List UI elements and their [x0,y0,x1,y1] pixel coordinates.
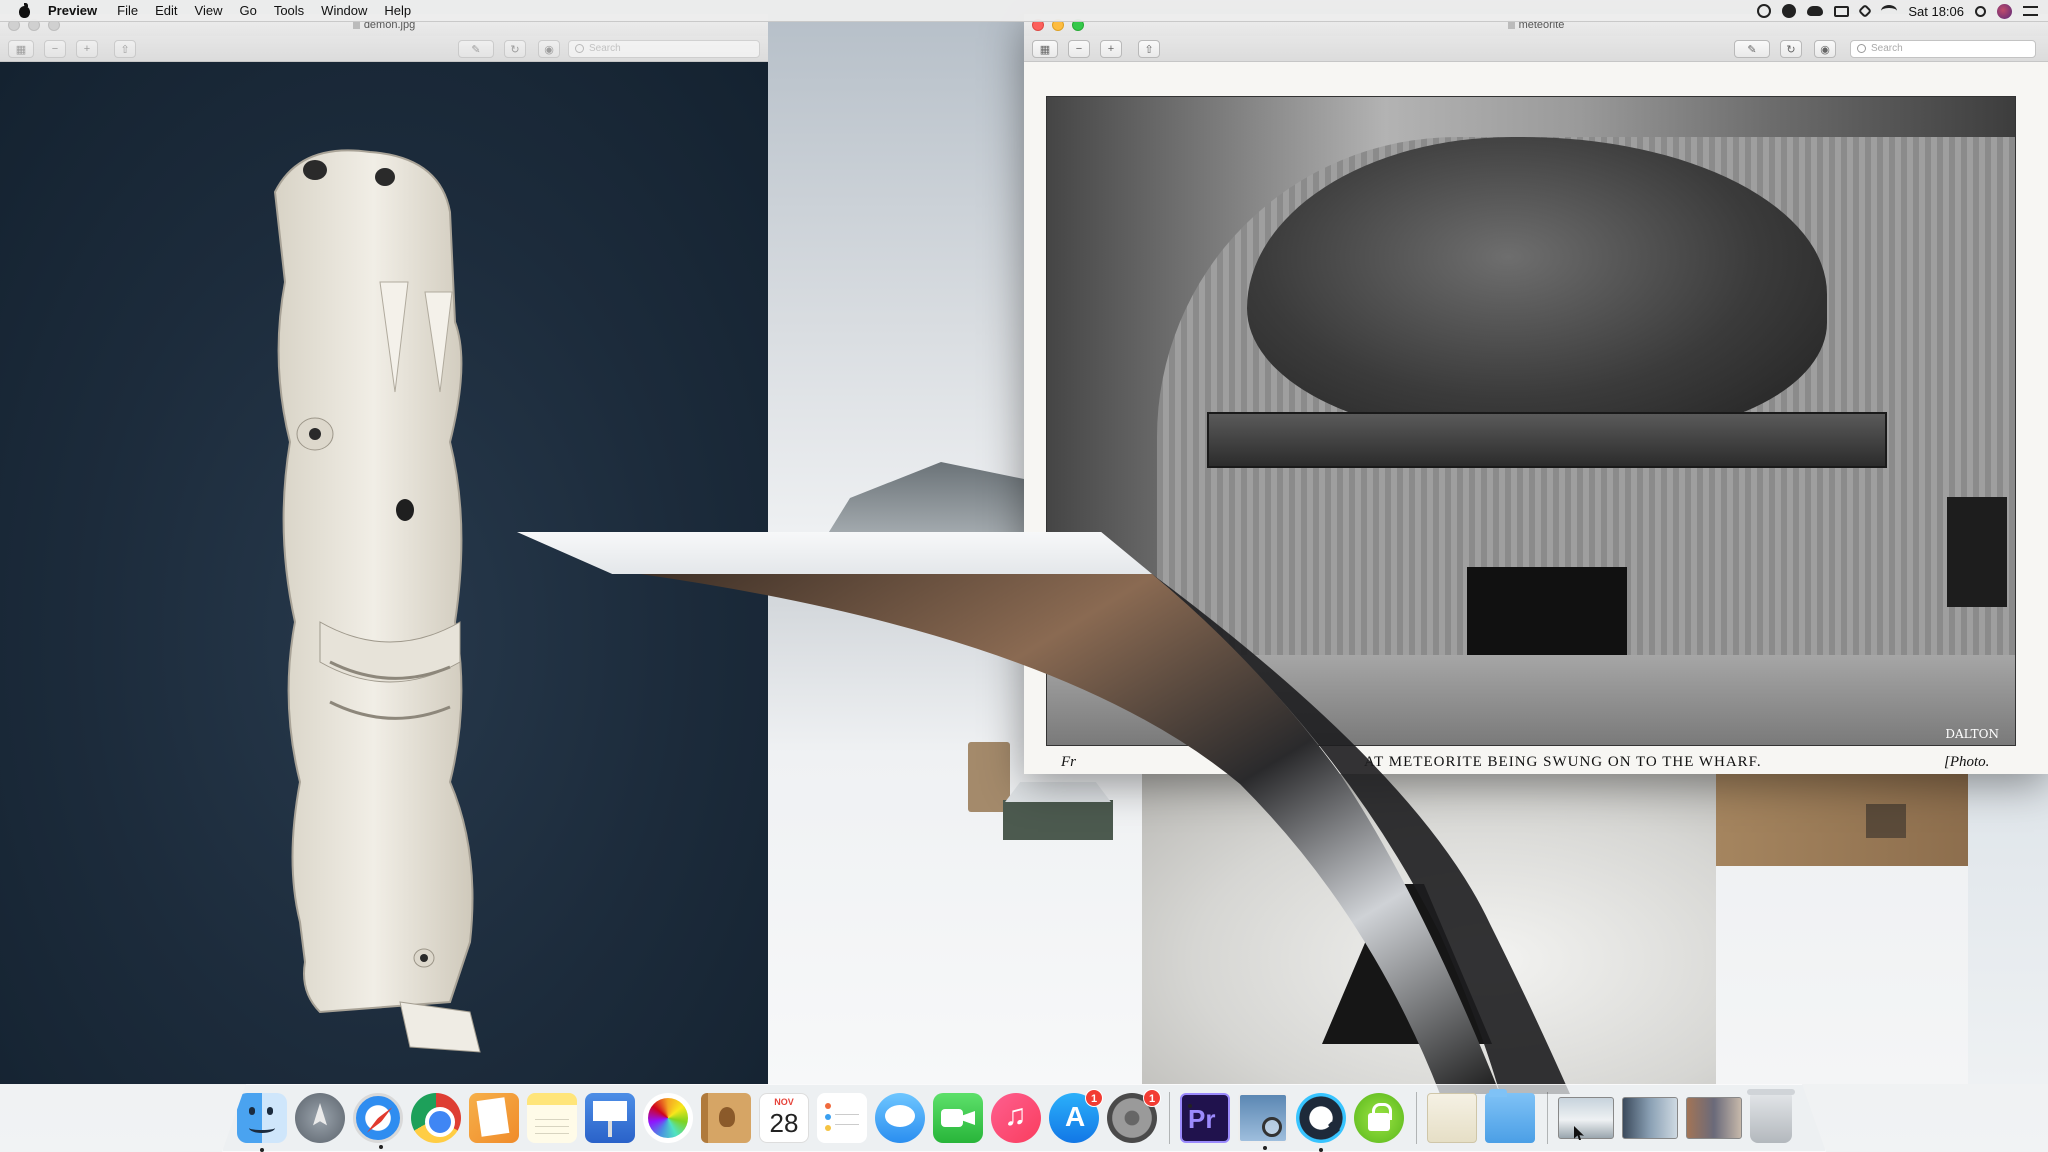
markup-pen-button[interactable]: ✎ [458,40,494,58]
dock: NOV 28 1 1 Pr [222,1084,1826,1152]
folder-icon[interactable] [1485,1089,1535,1143]
running-indicator [1319,1148,1323,1152]
markup-pen-button[interactable]: ✎ [1734,40,1770,58]
notes-icon[interactable] [527,1093,577,1143]
status-menus: Sat 18:06 [1757,0,2038,22]
notification-badge: 1 [1085,1089,1103,1107]
launchpad-icon[interactable] [295,1093,345,1143]
mountain [798,462,1024,532]
pages-icon[interactable] [469,1093,519,1143]
window-thumbnail-1[interactable] [1558,1097,1614,1139]
menu-tools[interactable]: Tools [274,3,304,18]
premiere-label: Pr [1188,1104,1216,1134]
window-toolbar: ▦ − + ⇧ ✎ ↻ ◉ Search [0,36,768,62]
menu-file[interactable]: File [117,3,138,18]
search-field[interactable]: Search [1850,40,2036,58]
zoom-out-button[interactable]: − [44,40,66,58]
calendar-month: NOV [774,1097,794,1107]
minimizing-window-top [517,532,1152,574]
menu-window[interactable]: Window [321,3,367,18]
dock-separator [1547,1092,1548,1144]
keynote-icon[interactable] [585,1093,635,1143]
trash-icon[interactable] [1747,1089,1795,1143]
spotlight-icon[interactable] [1975,5,1986,17]
running-indicator [260,1148,264,1152]
sidebar-toggle-button[interactable]: ▦ [1032,40,1058,58]
photo-credit: [Photo. [1944,754,1990,770]
snow-mountain-photo-window[interactable] [768,22,1024,532]
documents-stack-icon[interactable] [1427,1093,1477,1143]
finder-icon[interactable] [237,1093,287,1152]
search-field[interactable]: Search [568,40,760,58]
apple-menu-icon[interactable] [16,2,34,19]
zoom-in-button[interactable]: + [76,40,98,58]
menu-help[interactable]: Help [384,3,411,18]
menu-clock[interactable]: Sat 18:06 [1908,4,1964,19]
building-window [1947,497,2007,607]
dock-separator [1416,1092,1417,1144]
notification-center-icon[interactable] [2023,6,2038,16]
menu-bar: Preview File Edit View Go Tools Window H… [0,0,2048,22]
notification-badge: 1 [1143,1089,1161,1107]
airplay-icon[interactable] [1834,5,1850,17]
minimize-genie-animation [640,574,1570,1094]
calendar-day: 28 [769,1108,799,1138]
system-preferences-icon[interactable]: 1 [1107,1089,1161,1143]
wooden-cradle [1207,412,1887,468]
markup-toolbar-button[interactable]: ◉ [538,40,560,58]
running-indicator [1263,1146,1267,1150]
itunes-icon[interactable] [991,1093,1041,1143]
premiere-pro-icon[interactable]: Pr [1180,1093,1230,1143]
vpn-icon[interactable] [1354,1093,1404,1143]
photos-icon[interactable] [643,1093,693,1143]
share-button[interactable]: ⇧ [114,40,136,58]
menu-edit[interactable]: Edit [155,3,177,18]
menu-go[interactable]: Go [239,3,256,18]
dock-separator [1169,1092,1170,1144]
facetime-icon[interactable] [933,1093,983,1143]
window-thumbnail-3[interactable] [1686,1097,1742,1139]
sidebar-toggle-button[interactable]: ▦ [8,40,34,58]
menu-app-name[interactable]: Preview [48,3,97,18]
calendar-icon[interactable]: NOV 28 [759,1093,809,1143]
messages-icon[interactable] [875,1093,925,1143]
chrome-icon[interactable] [411,1093,461,1143]
share-button[interactable]: ⇧ [1138,40,1160,58]
sparkle-icon[interactable] [1858,3,1873,19]
snow-edge-photo-window[interactable] [1968,774,2048,1084]
rotate-button[interactable]: ↻ [1780,40,1802,58]
contacts-icon[interactable] [701,1093,751,1143]
user-avatar-icon[interactable] [1997,3,2012,19]
menu-view[interactable]: View [195,3,223,18]
quicktime-icon[interactable] [1296,1093,1346,1152]
hut-snow-photo-window[interactable] [1716,774,1968,1084]
transfer-icon[interactable] [1782,4,1797,18]
photo-signature: DALTON [1945,727,1999,741]
screen-record-icon[interactable] [1757,4,1772,18]
wooden-hut [1716,774,1968,866]
preview-icon[interactable] [1238,1093,1288,1150]
window-thumbnail-2[interactable] [1622,1097,1678,1139]
running-indicator [1188,1104,1192,1108]
window-toolbar: ▦ − + ⇧ ✎ ↻ ◉ Search [1024,36,2048,62]
running-indicator [379,1145,383,1149]
wifi-icon[interactable] [1881,5,1898,17]
app-store-icon[interactable]: 1 [1049,1089,1103,1143]
safari-icon[interactable] [353,1093,403,1149]
creative-cloud-icon[interactable] [1807,6,1824,16]
reminders-icon[interactable] [817,1093,867,1143]
zoom-out-button[interactable]: − [1068,40,1090,58]
rotate-button[interactable]: ↻ [504,40,526,58]
zoom-in-button[interactable]: + [1100,40,1122,58]
markup-toolbar-button[interactable]: ◉ [1814,40,1836,58]
